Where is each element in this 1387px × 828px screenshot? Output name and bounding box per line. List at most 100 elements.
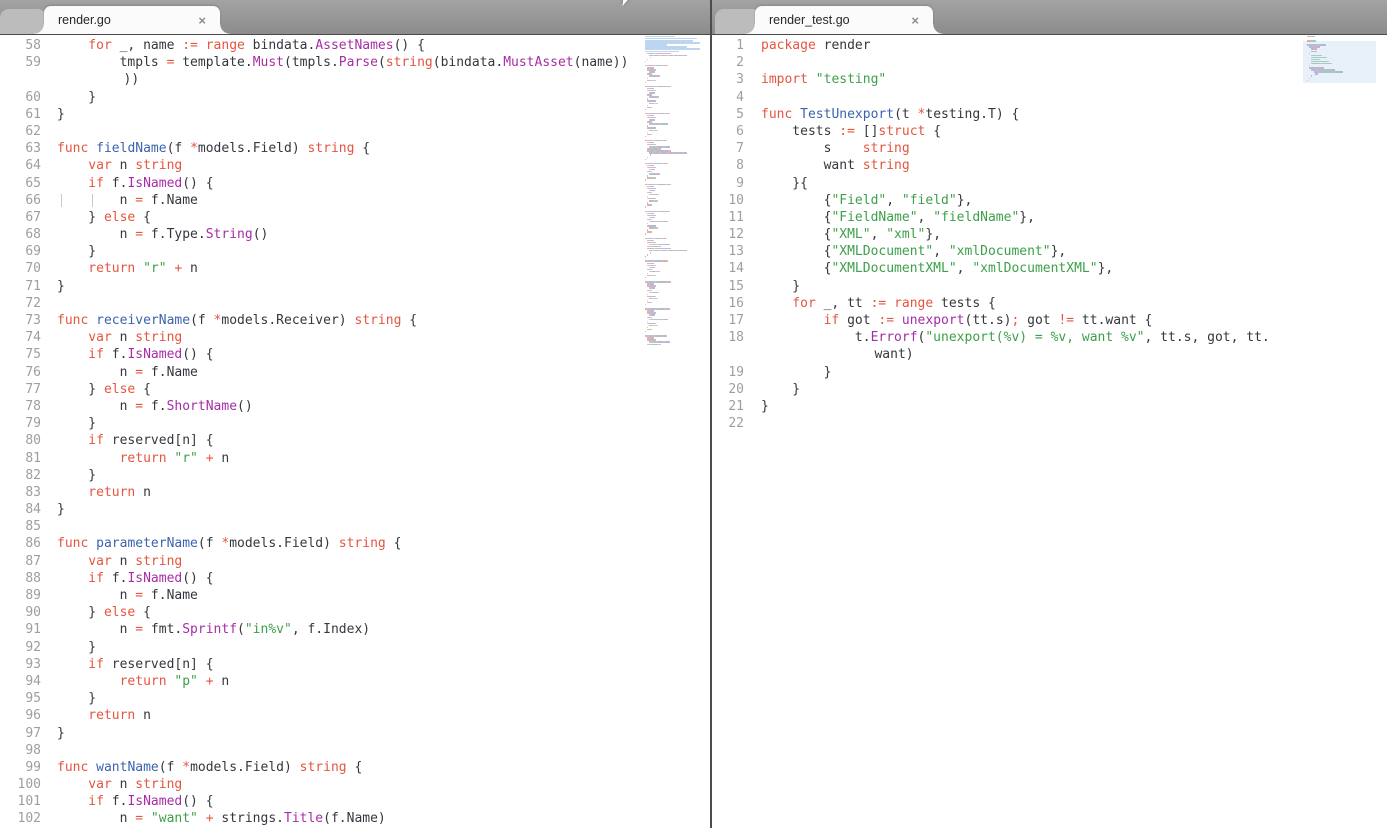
- line-number: 10: [712, 192, 744, 209]
- tab-title: render.go: [58, 13, 198, 27]
- minimap-right[interactable]: [1307, 36, 1372, 84]
- code-line: 101if f.IsNamed() {: [0, 793, 710, 810]
- line-number: 75: [0, 346, 41, 363]
- line-number: 70: [0, 260, 41, 277]
- line-number: 16: [712, 295, 744, 312]
- code-editor-right[interactable]: 1package render23import "testing"45func …: [712, 35, 1387, 828]
- code-line: 79}: [0, 415, 710, 432]
- line-number: [712, 346, 744, 363]
- indent-guide: [61, 194, 62, 207]
- code-line: 98: [0, 742, 710, 759]
- line-number: 68: [0, 226, 41, 243]
- code-line: 67} else {: [0, 209, 710, 226]
- code-line: 73func receiverName(f *models.Receiver) …: [0, 312, 710, 329]
- editor-pane-left: render.go × 58for _, name := range binda…: [0, 0, 710, 828]
- line-number: 4: [712, 89, 744, 106]
- code-line: 94return "p" + n: [0, 673, 710, 690]
- line-number: 102: [0, 810, 41, 827]
- code-line: 80if reserved[n] {: [0, 432, 710, 449]
- line-number: 65: [0, 175, 41, 192]
- code-line: 93if reserved[n] {: [0, 656, 710, 673]
- line-number: 64: [0, 157, 41, 174]
- code-line: 6tests := []struct {: [712, 123, 1387, 140]
- code-line: 92}: [0, 639, 710, 656]
- line-number: 95: [0, 690, 41, 707]
- code-line: 76n = f.Name: [0, 364, 710, 381]
- code-line: 84}: [0, 501, 710, 518]
- line-number: 63: [0, 140, 41, 157]
- code-line: 90} else {: [0, 604, 710, 621]
- line-number: 9: [712, 175, 744, 192]
- code-line: 95}: [0, 690, 710, 707]
- code-line: 87var n string: [0, 553, 710, 570]
- line-number: 62: [0, 123, 41, 140]
- code-line: 82}: [0, 467, 710, 484]
- code-line: 59tmpls = template.Must(tmpls.Parse(stri…: [0, 54, 710, 71]
- line-number: 61: [0, 106, 41, 123]
- tab-render-test-go[interactable]: render_test.go ×: [755, 6, 933, 34]
- code-line: 22: [712, 415, 1387, 432]
- line-number: 73: [0, 312, 41, 329]
- code-line: 81return "r" + n: [0, 450, 710, 467]
- pane-divider[interactable]: [710, 0, 712, 828]
- line-number: 89: [0, 587, 41, 604]
- code-line: 15}: [712, 278, 1387, 295]
- code-line: 99func wantName(f *models.Field) string …: [0, 759, 710, 776]
- line-number: 13: [712, 243, 744, 260]
- line-number: 3: [712, 71, 744, 88]
- minimap-left[interactable]: [645, 36, 710, 346]
- code-line: 89n = f.Name: [0, 587, 710, 604]
- line-number: [0, 71, 41, 88]
- code-line: )): [0, 71, 710, 88]
- line-number: 7: [712, 140, 744, 157]
- code-line: 18t.Errorf("unexport(%v) = %v, want %v",…: [712, 329, 1387, 346]
- code-editor-left[interactable]: 58for _, name := range bindata.AssetName…: [0, 35, 710, 828]
- code-line: 85: [0, 518, 710, 535]
- line-number: 77: [0, 381, 41, 398]
- close-icon[interactable]: ×: [911, 14, 919, 27]
- line-number: 15: [712, 278, 744, 295]
- indent-guide: [92, 194, 93, 207]
- close-icon[interactable]: ×: [198, 14, 206, 27]
- code-line: 102n = "want" + strings.Title(f.Name): [0, 810, 710, 827]
- code-line: 74var n string: [0, 329, 710, 346]
- code-line: 4: [712, 89, 1387, 106]
- line-number: 76: [0, 364, 41, 381]
- line-number: 78: [0, 398, 41, 415]
- line-number: 17: [712, 312, 744, 329]
- line-number: 94: [0, 673, 41, 690]
- line-number: 96: [0, 707, 41, 724]
- code-line: 64var n string: [0, 157, 710, 174]
- tab-title: render_test.go: [769, 13, 911, 27]
- code-line: 21}: [712, 398, 1387, 415]
- tab-render-go[interactable]: render.go ×: [44, 6, 220, 34]
- code-lines: 1package render23import "testing"45func …: [712, 35, 1387, 432]
- line-number: 14: [712, 260, 744, 277]
- code-line: 75if f.IsNamed() {: [0, 346, 710, 363]
- line-number: 88: [0, 570, 41, 587]
- line-number: 19: [712, 364, 744, 381]
- line-number: 87: [0, 553, 41, 570]
- code-line: 2: [712, 54, 1387, 71]
- code-line: 78n = f.ShortName(): [0, 398, 710, 415]
- code-line: 10{"Field", "field"},: [712, 192, 1387, 209]
- code-line: 61}: [0, 106, 710, 123]
- line-number: 11: [712, 209, 744, 226]
- line-number: 5: [712, 106, 744, 123]
- code-line: 17if got := unexport(tt.s); got != tt.wa…: [712, 312, 1387, 329]
- line-number: 8: [712, 157, 744, 174]
- line-number: 69: [0, 243, 41, 260]
- line-number: 66: [0, 192, 41, 209]
- line-number: 21: [712, 398, 744, 415]
- line-number: 97: [0, 725, 41, 742]
- line-number: 100: [0, 776, 41, 793]
- line-number: 58: [0, 37, 41, 54]
- line-number: 59: [0, 54, 41, 71]
- code-line: 65if f.IsNamed() {: [0, 175, 710, 192]
- code-line: 83return n: [0, 484, 710, 501]
- line-number: 85: [0, 518, 41, 535]
- line-number: 60: [0, 89, 41, 106]
- code-line: want): [712, 346, 1387, 363]
- line-number: 91: [0, 621, 41, 638]
- code-line: 20}: [712, 381, 1387, 398]
